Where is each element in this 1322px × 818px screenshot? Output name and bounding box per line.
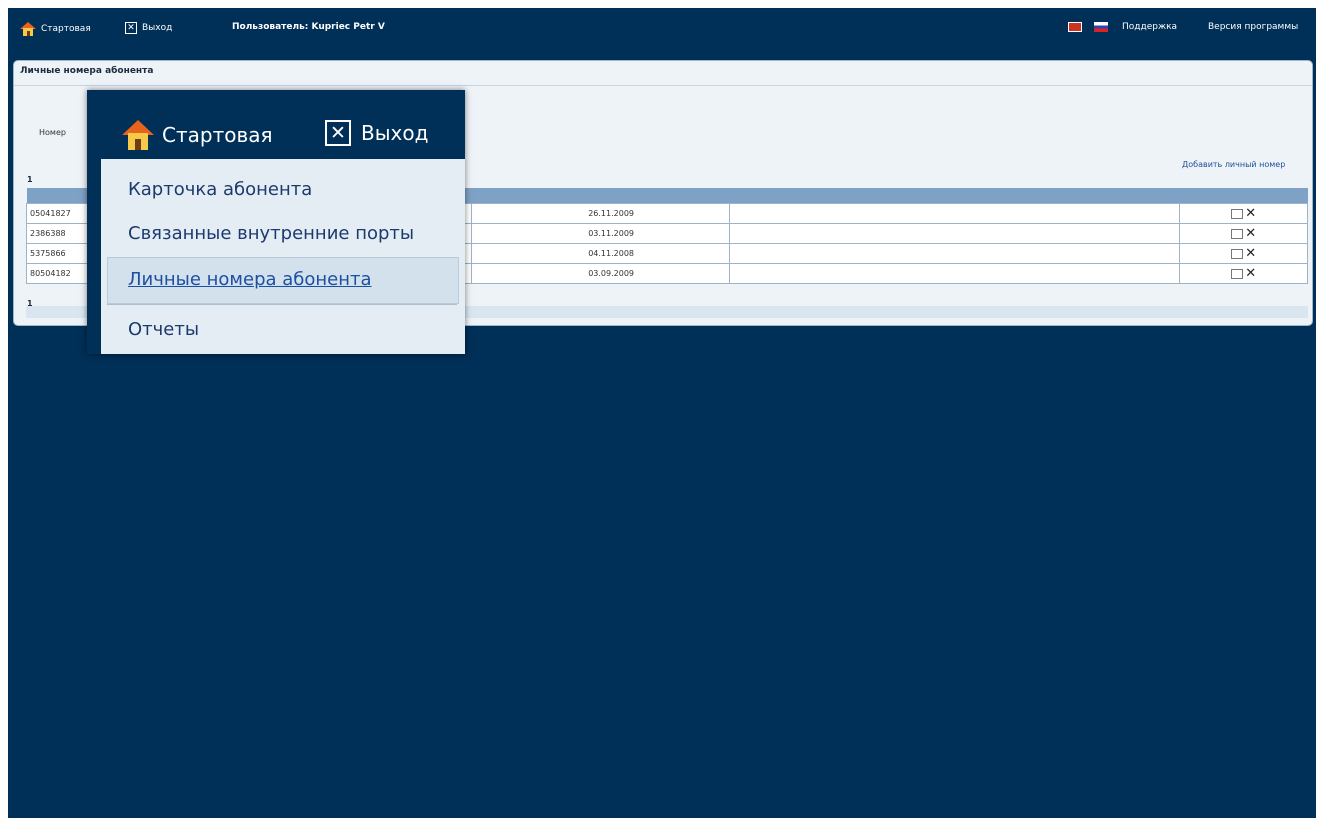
version-link[interactable]: Версия программы [1208,22,1298,32]
zoom-exit-label: Выход [361,121,429,145]
exit-label: Выход [142,23,173,33]
close-icon: ✕ [325,120,351,146]
date-cell: 04.11.2008 [471,243,731,264]
edit-icon[interactable] [1231,208,1244,219]
home-link[interactable]: Стартовая [20,22,91,36]
edit-icon[interactable] [1231,228,1244,239]
zoom-exit-link[interactable]: ✕ Выход [325,120,428,146]
edit-icon[interactable] [1231,268,1244,279]
date-cell: 03.09.2009 [471,263,731,284]
zoom-home-label: Стартовая [162,123,273,147]
delete-icon[interactable]: ✕ [1245,267,1256,280]
home-label: Стартовая [41,24,91,34]
user-info: Пользователь: Kupriec Petr V [232,22,385,32]
flag-ru-icon[interactable] [1094,22,1108,32]
empty-cell [729,203,1181,224]
actions-cell: ✕ [1179,243,1308,264]
home-icon [20,22,36,36]
pager-bottom[interactable]: 1 [27,299,33,308]
number-filter-label: Номер [39,128,66,137]
menu-item-reports[interactable]: Отчеты [128,319,199,340]
app-frame: Стартовая ✕ Выход Пользователь: Kupriec … [8,8,1316,818]
side-menu: Карточка абонента Связанные внутренние п… [101,159,465,354]
top-bar: Стартовая ✕ Выход Пользователь: Kupriec … [8,8,1316,48]
delete-icon[interactable]: ✕ [1245,227,1256,240]
close-icon: ✕ [125,22,137,34]
home-icon [122,120,154,150]
zoom-home-link[interactable]: Стартовая [122,120,273,150]
edit-icon[interactable] [1231,248,1244,259]
actions-cell: ✕ [1179,263,1308,284]
menu-item-subscriber-card[interactable]: Карточка абонента [128,179,312,200]
menu-item-personal-numbers[interactable]: Личные номера абонента [128,269,372,290]
menu-item-internal-ports[interactable]: Связанные внутренние порты [128,223,414,244]
empty-cell [729,223,1181,244]
empty-cell [729,263,1181,284]
add-number-link[interactable]: Добавить личный номер [1182,160,1285,169]
date-cell: 26.11.2009 [471,203,731,224]
panel-title: Личные номера абонента [20,66,154,76]
delete-icon[interactable]: ✕ [1245,247,1256,260]
exit-link[interactable]: ✕ Выход [125,22,172,34]
divider [14,85,1312,86]
actions-cell: ✕ [1179,203,1308,224]
flag-uk-icon[interactable] [1068,22,1082,32]
menu-divider [107,304,457,305]
zoom-overlay: Стартовая ✕ Выход Карточка абонента Связ… [87,90,465,354]
date-cell: 03.11.2009 [471,223,731,244]
actions-cell: ✕ [1179,223,1308,244]
delete-icon[interactable]: ✕ [1245,207,1256,220]
pager-top[interactable]: 1 [27,175,33,184]
empty-cell [729,243,1181,264]
support-link[interactable]: Поддержка [1122,22,1177,32]
